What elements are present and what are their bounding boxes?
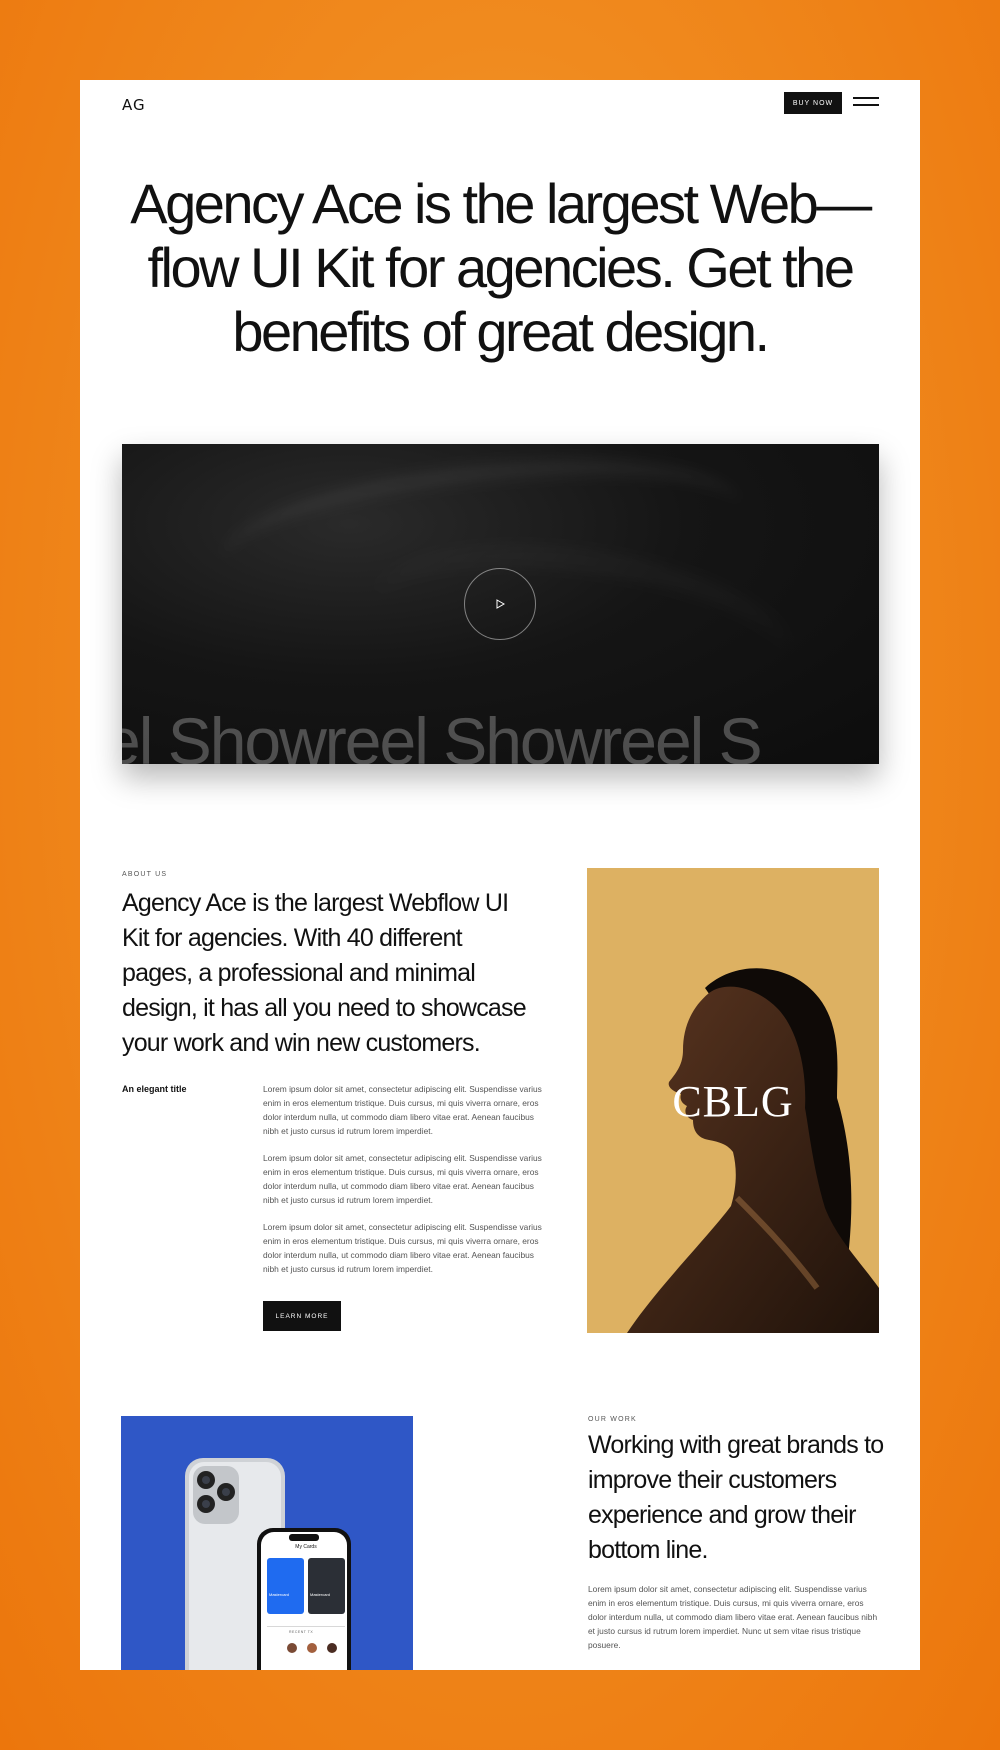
phone-section-label: RECENT TX (289, 1630, 314, 1634)
phone-card-label: Mastercard (269, 1592, 290, 1597)
brand-logo[interactable]: AG (122, 96, 146, 114)
play-icon (496, 599, 506, 609)
work-heading: Working with great brands to improve the… (588, 1431, 884, 1564)
about-paragraph: Lorem ipsum dolor sit amet, consectetur … (263, 1084, 542, 1136)
hero-title: Agency Ace is the largest Web—flow UI Ki… (130, 172, 872, 363)
work-paragraph: Lorem ipsum dolor sit amet, consectetur … (588, 1584, 878, 1650)
about-eyebrow: ABOUT US (122, 871, 168, 878)
phone-mockup-image: My Cards Mastercard Mastercard RECENT TX (121, 1416, 413, 1670)
portrait-monogram: CBLG (672, 1077, 794, 1126)
learn-more-button[interactable]: LEARN MORE (263, 1301, 341, 1331)
phone-mockup (185, 1458, 351, 1670)
about-paragraph: Lorem ipsum dolor sit amet, consectetur … (263, 1222, 542, 1274)
hamburger-menu-icon[interactable] (853, 97, 879, 107)
phone-card-label: Mastercard (310, 1592, 331, 1597)
work-eyebrow: OUR WORK (588, 1416, 637, 1423)
showreel-video[interactable]: el Showreel Showreel S (122, 444, 879, 764)
buy-now-button[interactable]: BUY NOW (784, 92, 842, 114)
portrait-image: CBLG (587, 868, 879, 1333)
phone-screen-title: My Cards (295, 1544, 317, 1550)
showreel-marquee: el Showreel Showreel S (122, 704, 763, 764)
about-paragraph: Lorem ipsum dolor sit amet, consectetur … (263, 1153, 542, 1205)
elegant-title: An elegant title (122, 1084, 187, 1094)
play-button[interactable] (464, 568, 536, 640)
page-container: AG BUY NOW Agency Ace is the largest Web… (80, 80, 920, 1670)
about-heading: Agency Ace is the largest Webflow UI Kit… (122, 889, 527, 1057)
